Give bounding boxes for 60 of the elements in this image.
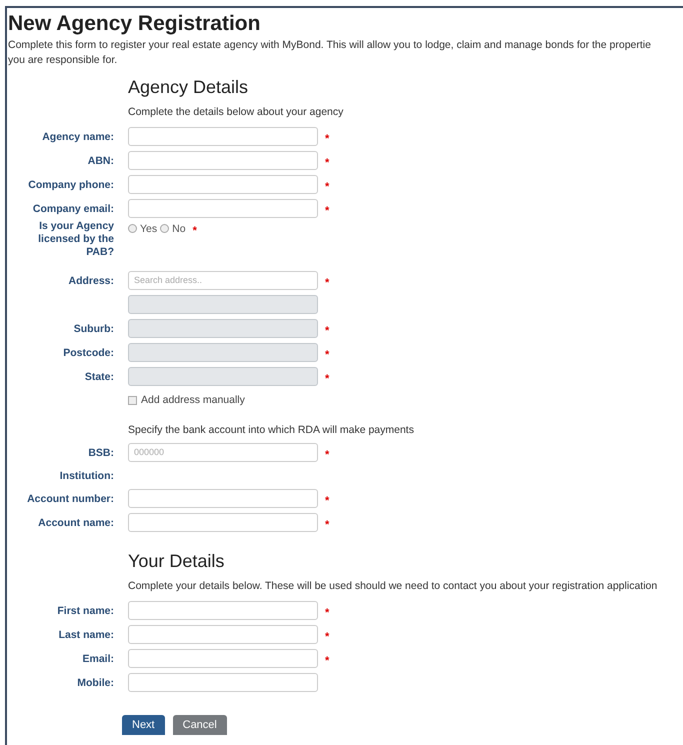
- required-mark: *: [325, 132, 330, 144]
- page-title: New Agency Registration: [8, 12, 262, 36]
- field-label: BSB:: [88, 447, 114, 459]
- section-heading: Agency Details: [128, 76, 250, 98]
- input-field[interactable]: [128, 198, 318, 218]
- required-mark: *: [325, 448, 330, 460]
- field-label: Is your Agency licensed by the PAB?: [37, 220, 114, 259]
- required-mark: *: [325, 156, 330, 168]
- input-field[interactable]: 000000: [128, 442, 318, 462]
- intro-text: Complete this form to register your real estate agency with MyBond. This will allow you to lodge, claim and manage bonds for the propertie: [8, 38, 652, 53]
- radio-button[interactable]: [128, 224, 137, 233]
- bank-note: Specify the bank account into which RDA will make payments: [128, 424, 415, 436]
- field-label: Address:: [68, 275, 114, 287]
- input-field[interactable]: [128, 600, 318, 620]
- cancel-button[interactable]: Cancel: [172, 715, 227, 735]
- input-field[interactable]: [128, 126, 318, 146]
- field-label: ABN:: [88, 155, 114, 167]
- field-label: Email:: [82, 653, 114, 665]
- input-field[interactable]: [128, 648, 318, 668]
- field-label: Account name:: [38, 517, 114, 529]
- field-label: Account number:: [27, 493, 114, 505]
- input-field[interactable]: [128, 672, 318, 692]
- field-label: Postcode:: [63, 347, 114, 359]
- radio-label: No: [172, 222, 186, 234]
- section-note: Complete your details below. These will be used should we need to contact you about your registration application: [128, 580, 658, 592]
- required-mark: *: [325, 630, 330, 642]
- field-label: Institution:: [60, 470, 114, 482]
- field-label: Suburb:: [74, 323, 114, 335]
- required-mark: *: [325, 654, 330, 666]
- field-label: Last name:: [58, 629, 114, 641]
- radio-button[interactable]: [160, 224, 170, 233]
- input-field[interactable]: [128, 624, 318, 644]
- field-label: Mobile:: [77, 677, 114, 689]
- required-mark: *: [325, 204, 330, 216]
- section-heading: Your Details: [128, 550, 226, 572]
- field-label: Company email:: [32, 203, 114, 215]
- input-field[interactable]: [128, 174, 318, 194]
- checkbox[interactable]: [128, 396, 137, 404]
- required-mark: *: [325, 518, 330, 530]
- field-label: First name:: [57, 605, 114, 617]
- checkbox-label: Add address manually: [141, 394, 245, 406]
- required-mark: *: [325, 348, 330, 360]
- required-mark: *: [325, 276, 330, 288]
- input-field[interactable]: [128, 150, 318, 170]
- radio-label: Yes: [140, 222, 158, 234]
- required-mark: *: [192, 225, 197, 237]
- next-button[interactable]: Next: [122, 715, 165, 735]
- field-label: Agency name:: [42, 131, 114, 143]
- required-mark: *: [325, 180, 330, 192]
- field-label: State:: [84, 371, 114, 383]
- input-field[interactable]: Search address..: [128, 270, 318, 290]
- field-label: Company phone:: [28, 179, 114, 191]
- required-mark: *: [325, 494, 330, 506]
- input-field[interactable]: [128, 488, 318, 508]
- intro-text: you are responsible for.: [8, 53, 118, 68]
- input-field[interactable]: [128, 512, 318, 532]
- required-mark: *: [325, 324, 330, 336]
- required-mark: *: [325, 606, 330, 618]
- section-note: Complete the details below about your agency: [128, 106, 344, 118]
- required-mark: *: [325, 372, 330, 384]
